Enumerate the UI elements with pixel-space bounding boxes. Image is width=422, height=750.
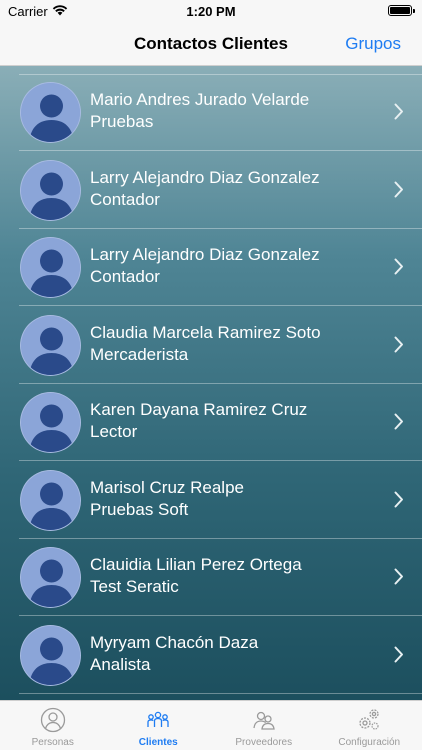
contact-role: Pruebas Soft: [90, 499, 189, 519]
tab-label: Personas: [31, 737, 74, 748]
row-divider: [19, 692, 422, 694]
avatar: [20, 237, 81, 298]
contact-row[interactable]: Larry Alejandro Diaz Gonzalez Contador: [0, 229, 422, 306]
tab-bar: Personas Clientes Proveedores Configuración: [0, 700, 422, 750]
tab-personas[interactable]: Personas: [0, 701, 106, 750]
contact-role: Lector: [90, 422, 138, 441]
tab-clientes[interactable]: Clientes: [106, 701, 212, 750]
tab-configuraci-n[interactable]: Configuración: [317, 701, 422, 750]
avatar: [20, 159, 81, 221]
contact-name: Larry Alejandro Diaz Gonzalez: [90, 167, 320, 187]
contact-name: Karen Dayana Ramirez Cruz: [90, 400, 308, 419]
tab-label: Proveedores: [235, 737, 293, 748]
chevron-right-icon: [394, 491, 404, 508]
contact-role: Mercaderista: [90, 344, 189, 364]
gears-icon: [356, 707, 382, 733]
person-icon: [40, 707, 66, 733]
contact-name: Claudia Marcela Ramirez Soto: [90, 322, 321, 342]
chevron-right-icon: [394, 646, 404, 663]
contact-role: Analista: [90, 654, 151, 674]
contact-row[interactable]: Marisol Cruz Realpe Pruebas Soft: [0, 462, 422, 539]
contact-name: Myryam Chacón Daza: [90, 632, 259, 652]
avatar: [20, 469, 81, 531]
row-divider: [19, 74, 422, 75]
contact-row[interactable]: Karen Dayana Ramirez Cruz Lector: [0, 384, 422, 461]
battery-icon: [388, 5, 415, 16]
contact-role: Contador: [90, 267, 160, 286]
contact-name: Clauidia Lilian Perez Ortega: [90, 555, 302, 574]
contact-name: Larry Alejandro Diaz Gonzalez: [90, 245, 320, 264]
status-bar: Carrier 1:20 PM: [0, 0, 422, 22]
contact-role: Test Seratic: [90, 577, 179, 596]
chevron-right-icon: [394, 413, 404, 430]
navigation-bar: Contactos Clientes Grupos: [0, 22, 422, 66]
chevron-right-icon: [394, 103, 404, 120]
chevron-right-icon: [394, 568, 404, 585]
tab-label: Clientes: [138, 737, 178, 748]
avatar: [20, 624, 81, 686]
tab-label: Configuración: [338, 737, 401, 748]
contact-name: Mario Andres Jurado Velarde: [90, 90, 310, 109]
contact-name: Marisol Cruz Realpe: [90, 477, 244, 497]
contact-row[interactable]: Clauidia Lilian Perez Ortega Test Seratic: [0, 539, 422, 616]
providers-icon: [251, 707, 277, 733]
groups-button[interactable]: Grupos: [345, 34, 401, 54]
tab-proveedores[interactable]: Proveedores: [211, 701, 317, 750]
contact-row[interactable]: Larry Alejandro Diaz Gonzalez Contador: [0, 152, 422, 229]
chevron-right-icon: [394, 181, 404, 198]
avatar: [20, 314, 81, 376]
contact-row[interactable]: Myryam Chacón Daza Analista: [0, 617, 422, 694]
contact-row[interactable]: Claudia Marcela Ramirez Soto Mercaderista: [0, 307, 422, 384]
status-time: 1:20 PM: [186, 4, 236, 19]
contact-role: Pruebas: [90, 112, 154, 131]
contacts-list[interactable]: Mario Andres Jurado Velarde Pruebas Larry …: [0, 66, 422, 700]
avatar: [20, 547, 81, 608]
avatar: [20, 82, 81, 143]
chevron-right-icon: [394, 336, 404, 353]
people-group-icon: [145, 707, 171, 733]
avatar: [20, 392, 81, 453]
contact-row[interactable]: Mario Andres Jurado Velarde Pruebas: [0, 74, 422, 151]
chevron-right-icon: [394, 258, 404, 275]
contact-role: Contador: [90, 189, 160, 209]
